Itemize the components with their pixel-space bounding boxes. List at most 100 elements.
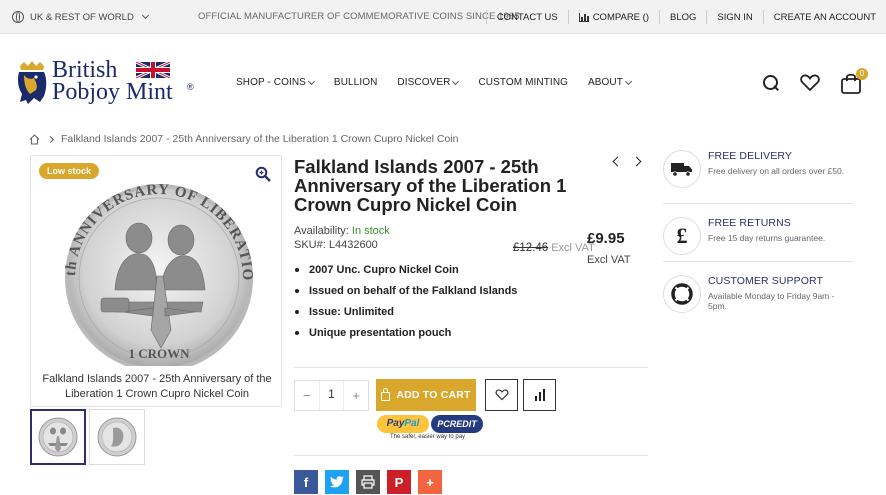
nav-about-label: ABOUT <box>588 77 623 88</box>
paypal-pal-text: Pal <box>404 418 420 429</box>
feature-item: Issued on behalf of the Falkland Islands <box>294 283 517 304</box>
perk-description: Free 15 day returns guarantee. <box>708 233 826 243</box>
paypal-pay-text: Pay <box>386 418 405 429</box>
paypal-buttons: PayPal PCREDIT The safer, easier way to … <box>377 415 483 445</box>
add-to-cart-button[interactable]: ADD TO CART <box>376 379 476 411</box>
search-icon[interactable] <box>762 74 780 92</box>
coin-reverse-thumb-icon <box>38 417 78 457</box>
nav-discover[interactable]: DISCOVER <box>397 77 460 88</box>
nav-custom-label: CUSTOM MINTING <box>478 77 569 88</box>
compare-label: COMPARE () <box>592 11 649 23</box>
perk-customer-support: CUSTOMER SUPPORT Available Monday to Fri… <box>663 275 853 327</box>
perk-free-delivery: FREE DELIVERY Free delivery on all order… <box>663 150 853 202</box>
nav-custom-minting[interactable]: CUSTOM MINTING <box>478 77 568 88</box>
nav-shop-label: SHOP - COINS <box>236 77 306 88</box>
registered-mark: ® <box>187 82 194 92</box>
availability: Availability: In stock <box>294 225 390 237</box>
feature-item: 2007 Unc. Cupro Nickel Coin <box>294 262 517 283</box>
chevron-down-icon <box>452 77 460 85</box>
add-to-wishlist-button[interactable] <box>485 379 518 411</box>
perk-title: FREE DELIVERY <box>708 150 792 162</box>
share-buttons: f P + <box>294 470 442 494</box>
sku: SKU#: L4432600 <box>294 239 378 251</box>
manufacturer-tagline: OFFICIAL MANUFACTURER OF COMMEMORATIVE C… <box>198 11 520 22</box>
breadcrumb-separator-icon <box>46 135 55 143</box>
create-account-link[interactable]: CREATE AN ACCOUNT <box>762 10 886 24</box>
region-selector[interactable]: UK & REST OF WORLD <box>12 11 149 23</box>
top-links: CONTACT US COMPARE () BLOG SIGN IN CREAT… <box>485 0 886 34</box>
qty-input[interactable]: 1 <box>318 381 345 410</box>
current-price-vat: Excl VAT <box>587 254 631 266</box>
perk-description: Available Monday to Friday 9am - 5pm. <box>708 291 835 311</box>
availability-label: Availability: <box>294 225 349 237</box>
logo-text-line2: Pobjoy Mint <box>52 79 173 105</box>
paypal-credit-button[interactable]: PCREDIT <box>431 415 483 433</box>
old-price-value: £12.46 <box>513 242 549 254</box>
globe-icon <box>12 11 24 23</box>
feature-item: Issue: Unlimited <box>294 304 517 325</box>
divider <box>663 261 853 262</box>
coin-image: 25th ANNIVERSARY OF LIBERATION 1 CROWN <box>53 180 254 366</box>
chevron-down-icon <box>307 77 315 85</box>
bag-icon <box>381 387 391 401</box>
nav-about[interactable]: ABOUT <box>588 77 633 88</box>
blog-label: BLOG <box>669 11 697 23</box>
feature-list: 2007 Unc. Cupro Nickel Coin Issued on be… <box>294 262 517 346</box>
home-icon[interactable] <box>29 133 40 145</box>
union-flag-icon <box>136 62 170 78</box>
pound-icon: £ <box>663 217 701 255</box>
gallery-thumbnails <box>30 409 145 465</box>
product-pager <box>612 156 642 167</box>
thumbnail-reverse[interactable] <box>30 409 86 465</box>
contact-us-link[interactable]: CONTACT US <box>485 10 568 24</box>
thumbnail-obverse[interactable] <box>89 409 145 465</box>
coin-legend-bottom: 1 CROWN <box>128 346 190 361</box>
paypal-button[interactable]: PayPal <box>377 415 429 433</box>
heart-icon <box>495 389 508 401</box>
current-price: £9.95 <box>587 230 625 247</box>
more-share-icon[interactable]: + <box>418 470 442 494</box>
divider <box>294 455 648 456</box>
facebook-share-icon[interactable]: f <box>294 470 318 494</box>
header-icons: 0 <box>762 68 868 94</box>
compare-link[interactable]: COMPARE () <box>567 10 659 24</box>
twitter-share-icon[interactable] <box>325 470 349 494</box>
pinterest-share-icon[interactable]: P <box>387 470 411 494</box>
add-to-cart-label: ADD TO CART <box>396 389 471 401</box>
old-price: £12.46 Excl VAT <box>513 242 595 254</box>
chevron-down-icon <box>141 11 149 20</box>
nav-bullion-label: BULLION <box>333 77 378 88</box>
perk-title: CUSTOMER SUPPORT <box>708 275 823 287</box>
lion-crest-icon <box>18 61 47 104</box>
cart-button[interactable]: 0 <box>840 68 868 94</box>
delivery-truck-icon <box>663 150 701 188</box>
print-share-icon[interactable] <box>356 470 380 494</box>
perk-title: FREE RETURNS <box>708 217 791 229</box>
region-label: UK & REST OF WORLD <box>30 11 134 23</box>
wishlist-heart-icon[interactable] <box>800 74 820 92</box>
qty-increase-button[interactable]: + <box>344 388 368 403</box>
breadcrumb-current: Falkland Islands 2007 - 25th Anniversary… <box>61 133 459 145</box>
qty-decrease-button[interactable]: − <box>295 388 319 403</box>
nav-shop-coins[interactable]: SHOP - COINS <box>236 77 315 88</box>
feature-item: Unique presentation pouch <box>294 325 517 346</box>
paypal-tagline: The safer, easier way to pay <box>390 434 466 440</box>
sign-in-link[interactable]: SIGN IN <box>706 10 762 24</box>
lifebuoy-icon <box>663 275 701 313</box>
bird-icon <box>330 476 344 488</box>
add-to-compare-button[interactable] <box>523 379 556 411</box>
blog-link[interactable]: BLOG <box>658 10 706 24</box>
site-logo[interactable]: British Pobjoy Mint ® <box>14 58 204 106</box>
nav-bullion[interactable]: BULLION <box>334 77 378 88</box>
next-product-icon[interactable] <box>631 156 642 167</box>
low-stock-badge: Low stock <box>39 163 100 179</box>
contact-us-label: CONTACT US <box>496 11 558 23</box>
product-gallery[interactable]: Low stock 25th ANNIVERSARY OF LIBERATION… <box>30 155 282 407</box>
sku-value: L4432600 <box>328 239 378 251</box>
product-title: Falkland Islands 2007 - 25th Anniversary… <box>294 156 567 215</box>
printer-icon <box>361 475 375 489</box>
top-bar: UK & REST OF WORLD OFFICIAL MANUFACTURER… <box>0 0 886 34</box>
availability-status: In stock <box>351 225 390 237</box>
sign-in-label: SIGN IN <box>717 11 753 23</box>
previous-product-icon[interactable] <box>612 156 623 167</box>
